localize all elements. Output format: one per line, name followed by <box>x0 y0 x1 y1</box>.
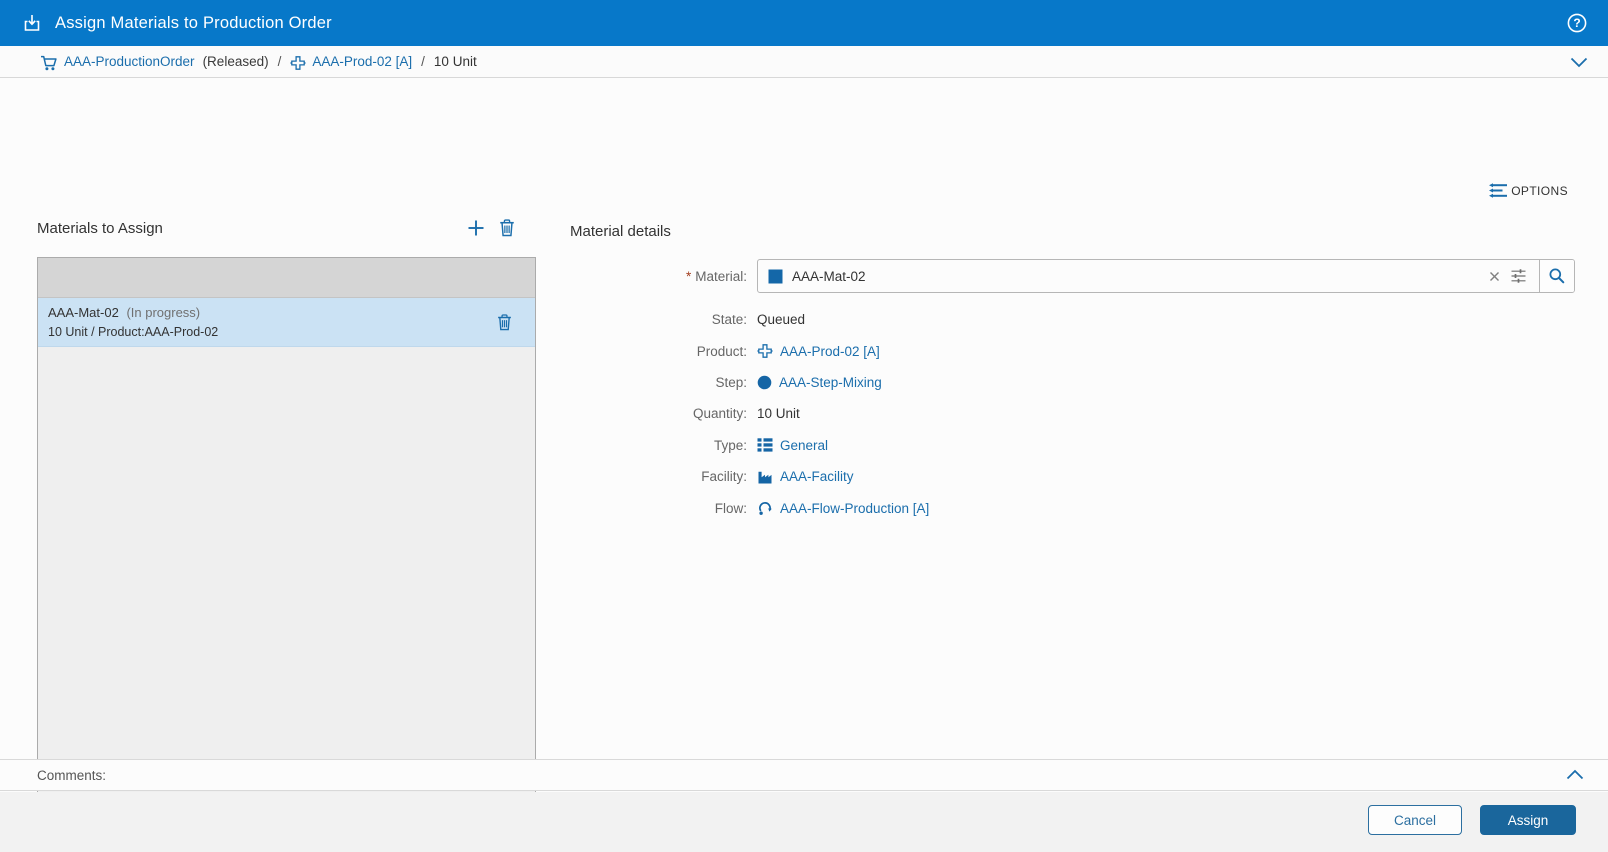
detail-row-facility: Facility: AAA-Facility <box>570 461 1575 492</box>
search-icon <box>1548 267 1566 285</box>
search-button[interactable] <box>1539 260 1574 292</box>
svg-text:?: ? <box>1573 16 1580 30</box>
material-list-item-selected[interactable]: AAA-Mat-02 (In progress) 10 Unit / Produ… <box>38 298 535 348</box>
product-icon <box>290 55 306 71</box>
detail-row-product: Product: AAA-Prod-02 [A] <box>570 335 1575 366</box>
options-button[interactable]: OPTIONS <box>1488 182 1568 199</box>
production-order-cart-icon <box>40 55 58 71</box>
assign-button[interactable]: Assign <box>1480 805 1576 835</box>
detail-rows: State: Queued Product: AAA-Prod-02 [A] S… <box>570 304 1575 524</box>
type-value-link[interactable]: General <box>780 438 828 453</box>
type-label: Type: <box>713 437 747 453</box>
material-field-label: * Material: <box>685 268 747 284</box>
type-icon <box>757 437 773 453</box>
detail-row-flow: Flow: AAA-Flow-Production [A] <box>570 492 1575 523</box>
materials-list-header <box>38 258 535 298</box>
material-item-status: (In progress) <box>126 305 201 320</box>
required-marker: * <box>685 268 692 284</box>
title-bar: Assign Materials to Production Order ? <box>0 0 1608 46</box>
state-label: State: <box>711 312 747 328</box>
dialog-body: OPTIONS Materials to Assign AAA-Mat-02 (… <box>0 79 1608 814</box>
detail-row-type: Type: General <box>570 430 1575 461</box>
options-icon <box>1488 182 1508 199</box>
materials-list: AAA-Mat-02 (In progress) 10 Unit / Produ… <box>37 257 536 814</box>
materials-panel-title: Materials to Assign <box>37 219 163 237</box>
flow-icon <box>757 500 773 516</box>
comments-section: Comments: <box>0 759 1608 791</box>
step-icon <box>757 375 772 390</box>
product-label: Product: <box>696 343 747 359</box>
cancel-button[interactable]: Cancel <box>1368 805 1462 835</box>
page-title: Assign Materials to Production Order <box>55 13 332 32</box>
add-material-icon[interactable] <box>467 219 485 237</box>
materials-to-assign-panel: Materials to Assign AAA-Mat-02 (In progr… <box>37 215 536 814</box>
dialog-footer: Cancel Assign <box>0 792 1608 852</box>
options-label: OPTIONS <box>1511 183 1568 198</box>
advanced-options-icon[interactable] <box>1510 268 1527 284</box>
breadcrumb-separator: / <box>277 54 282 69</box>
assign-materials-icon <box>22 13 42 33</box>
facility-label: Facility: <box>701 469 747 485</box>
detail-row-state: State: Queued <box>570 304 1575 335</box>
material-item-name: AAA-Mat-02 <box>48 305 119 320</box>
product-value-link[interactable]: AAA-Prod-02 [A] <box>780 344 880 359</box>
facility-icon <box>757 469 773 485</box>
state-value: Queued <box>757 312 806 328</box>
help-icon[interactable]: ? <box>1566 12 1588 34</box>
clear-icon[interactable] <box>1488 270 1501 283</box>
quantity-value: 10 Unit <box>757 406 800 422</box>
detail-row-quantity: Quantity: 10 Unit <box>570 398 1575 429</box>
breadcrumb-separator: / <box>421 54 425 69</box>
material-input[interactable]: AAA-Mat-02 <box>758 260 1539 292</box>
detail-row-step: Step: AAA-Step-Mixing <box>570 367 1575 398</box>
quantity-label: Quantity: <box>692 406 747 422</box>
facility-value-link[interactable]: AAA-Facility <box>780 469 854 484</box>
product-icon <box>757 343 773 359</box>
flow-label: Flow: <box>714 500 747 516</box>
material-lookup-field: AAA-Mat-02 <box>757 259 1575 293</box>
breadcrumb-product-link[interactable]: AAA-Prod-02 [A] <box>312 54 412 69</box>
step-label: Step: <box>715 374 747 390</box>
step-value-link[interactable]: AAA-Step-Mixing <box>779 375 882 390</box>
material-item-detail: 10 Unit / Product:AAA-Prod-02 <box>48 324 219 339</box>
order-state: (Released) <box>202 54 269 69</box>
flow-value-link[interactable]: AAA-Flow-Production [A] <box>780 501 929 516</box>
chevron-up-icon[interactable] <box>1566 769 1584 781</box>
details-panel-title: Material details <box>570 223 671 240</box>
delete-material-row-icon[interactable] <box>497 313 512 331</box>
material-details-panel: Material details *Material: AAA-Mat-02 <box>570 223 1575 524</box>
material-input-value: AAA-Mat-02 <box>792 268 866 284</box>
delete-all-materials-icon[interactable] <box>499 219 515 237</box>
chevron-down-icon[interactable] <box>1570 56 1588 68</box>
breadcrumb-order-link[interactable]: AAA-ProductionOrder <box>64 54 195 69</box>
breadcrumb-quantity: 10 Unit <box>433 54 477 69</box>
breadcrumb: AAA-ProductionOrder (Released) / AAA-Pro… <box>0 46 1608 78</box>
material-icon <box>768 269 783 284</box>
comments-label: Comments: <box>37 767 107 783</box>
